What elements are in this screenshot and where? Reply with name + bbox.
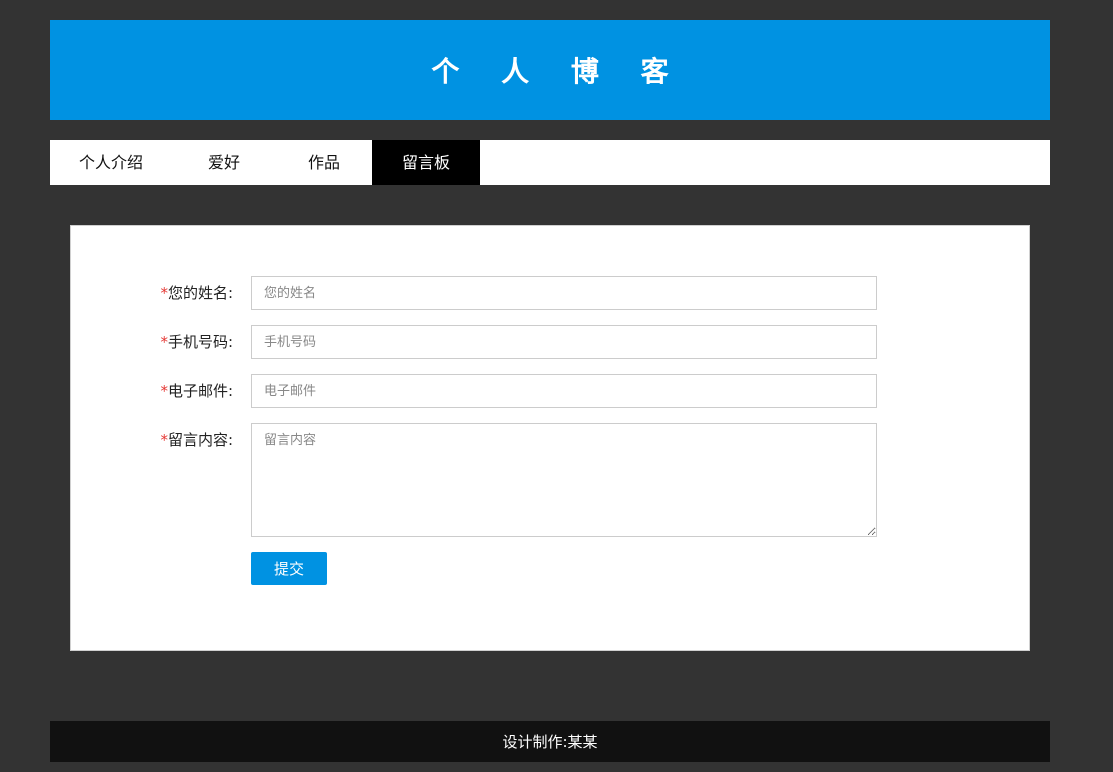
submit-button[interactable]: 提交: [251, 552, 327, 585]
nav-item-works[interactable]: 作品: [276, 140, 372, 185]
footer-credit: 设计制作:某某: [502, 733, 598, 751]
email-label-text: 电子邮件:: [167, 382, 233, 400]
site-title: 个 人 博 客: [431, 55, 685, 88]
message-label: *留言内容:: [71, 423, 233, 457]
footer: 设计制作:某某: [50, 721, 1050, 762]
phone-input[interactable]: [251, 325, 877, 359]
nav-bar: 个人介绍 爱好 作品 留言板: [50, 140, 1050, 185]
nav-item-about[interactable]: 个人介绍: [50, 140, 172, 185]
message-label-text: 留言内容:: [167, 431, 233, 449]
nav-item-guestbook[interactable]: 留言板: [372, 140, 480, 185]
header-banner: 个 人 博 客: [50, 20, 1050, 120]
required-mark: *: [160, 382, 168, 400]
nav-item-hobbies[interactable]: 爱好: [172, 140, 276, 185]
email-input[interactable]: [251, 374, 877, 408]
message-textarea[interactable]: [251, 423, 877, 537]
guestbook-panel: *您的姓名: *手机号码: *电子邮件: *留言内容: 提交: [70, 225, 1030, 651]
required-mark: *: [160, 284, 168, 302]
phone-label-text: 手机号码:: [167, 333, 233, 351]
phone-label: *手机号码:: [71, 325, 233, 359]
page: 个 人 博 客 个人介绍 爱好 作品 留言板 *您的姓名: *手机号码: *电子…: [0, 0, 1113, 772]
required-mark: *: [160, 431, 168, 449]
name-label-text: 您的姓名:: [167, 284, 233, 302]
email-label: *电子邮件:: [71, 374, 233, 408]
required-mark: *: [160, 333, 168, 351]
name-input[interactable]: [251, 276, 877, 310]
name-label: *您的姓名:: [71, 276, 233, 310]
